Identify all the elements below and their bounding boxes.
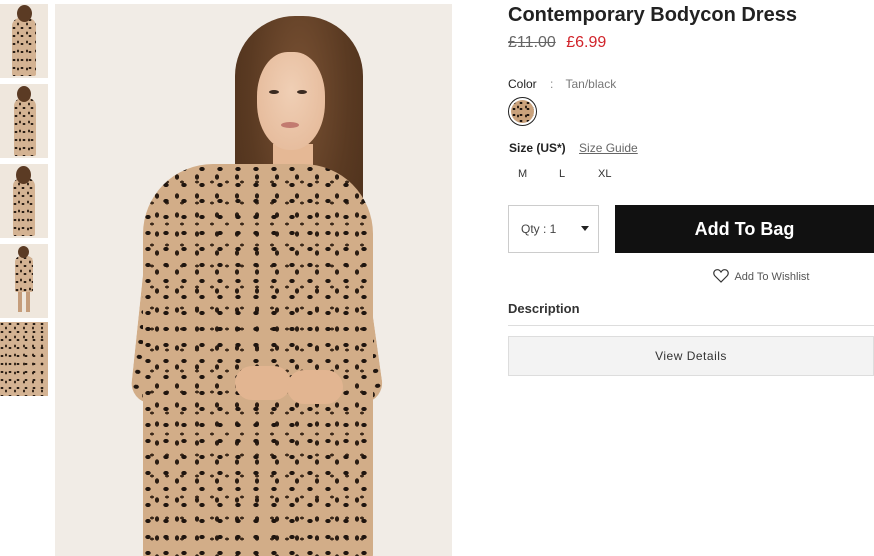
- thumbnail-dress: [12, 18, 36, 76]
- thumbnail-leg: [26, 292, 30, 312]
- wishlist-label: Add To Wishlist: [734, 271, 810, 283]
- color-row: Color : Tan/black: [508, 77, 616, 91]
- sale-price: £6.99: [566, 34, 607, 51]
- thumbnail-dress: [13, 178, 35, 236]
- thumbnail-front[interactable]: [0, 4, 48, 78]
- main-product-image[interactable]: [55, 4, 452, 556]
- thumbnail-dress: [15, 256, 33, 292]
- quantity-label: Qty : 1: [521, 222, 557, 236]
- thumbnail-dress: [14, 98, 36, 156]
- model-eye: [297, 90, 307, 94]
- size-label: Size (US*): [509, 141, 566, 155]
- divider: [508, 325, 874, 326]
- thumbnail-hair: [16, 166, 31, 184]
- model-hand: [287, 370, 343, 404]
- thumbnail-hair: [17, 86, 31, 102]
- thumbnail-hair: [17, 5, 32, 22]
- price-row: £11.00 £6.99: [508, 34, 606, 52]
- model-eye: [269, 90, 279, 94]
- color-separator: :: [550, 77, 554, 91]
- model-lips: [281, 122, 299, 128]
- add-to-wishlist-link[interactable]: Add To Wishlist: [713, 268, 809, 283]
- size-row: Size (US*) Size Guide: [509, 141, 638, 155]
- quantity-select[interactable]: Qty : 1: [508, 205, 599, 253]
- thumbnail-fabric: [0, 322, 48, 396]
- thumbnail-full-length[interactable]: [0, 244, 48, 318]
- product-title: Contemporary Bodycon Dress: [508, 4, 797, 26]
- size-option-xl[interactable]: XL: [598, 168, 611, 180]
- caret-down-icon: [581, 226, 589, 231]
- thumbnail-fabric-detail[interactable]: [0, 322, 48, 396]
- size-option-l[interactable]: L: [559, 168, 565, 180]
- thumbnail-leg: [18, 292, 22, 312]
- thumbnail-side[interactable]: [0, 84, 48, 158]
- leopard-swatch-icon: [511, 100, 534, 123]
- color-label: Color: [508, 77, 537, 91]
- thumbnail-back[interactable]: [0, 164, 48, 238]
- original-price: £11.00: [508, 34, 556, 51]
- model-hand: [235, 366, 291, 400]
- heart-outline-icon: [713, 269, 729, 283]
- size-guide-link[interactable]: Size Guide: [579, 141, 638, 155]
- color-swatch-tan-black[interactable]: [508, 97, 537, 126]
- model-face: [257, 52, 325, 150]
- add-to-bag-button[interactable]: Add To Bag: [615, 205, 874, 253]
- thumbnail-hair: [18, 246, 29, 258]
- color-value: Tan/black: [565, 77, 617, 91]
- size-option-m[interactable]: M: [518, 168, 527, 180]
- view-details-button[interactable]: View Details: [508, 336, 874, 376]
- leopard-dress: [143, 164, 373, 556]
- description-heading: Description: [508, 301, 580, 316]
